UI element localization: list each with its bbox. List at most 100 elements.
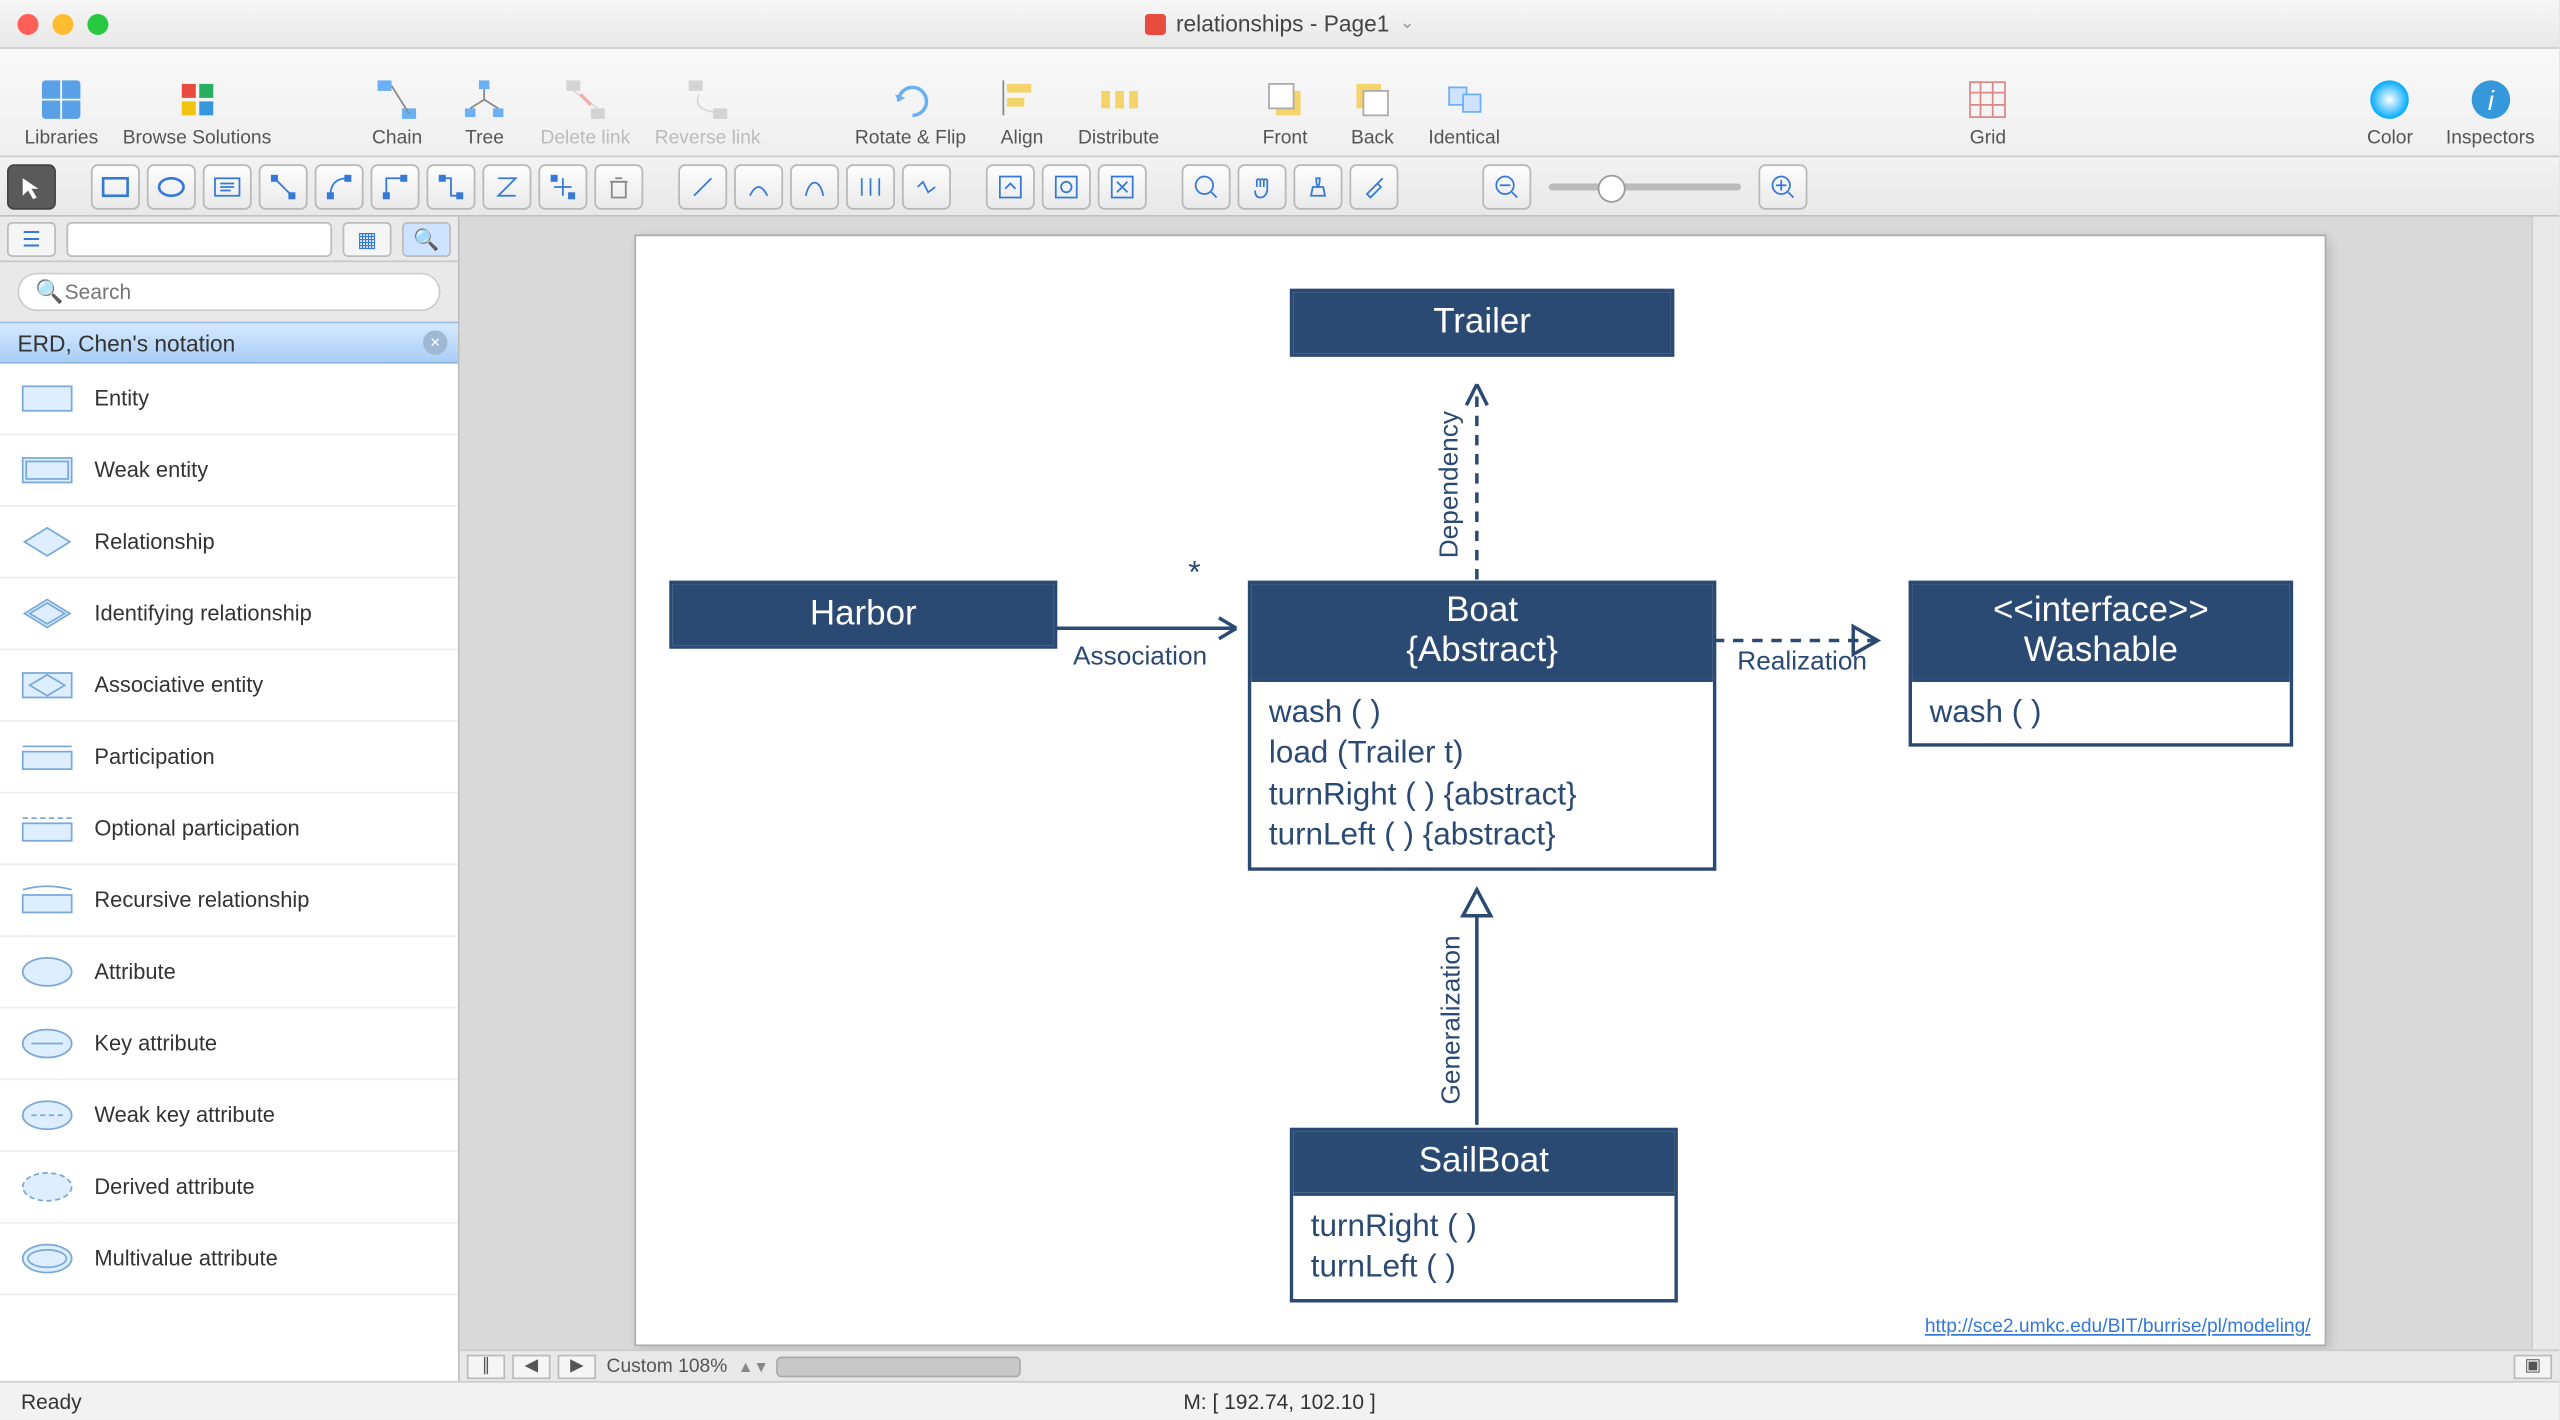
close-icon[interactable] (17, 13, 38, 34)
library-shape-item[interactable]: Weak key attribute (0, 1080, 458, 1152)
connector-tool-5[interactable] (482, 163, 531, 208)
page-next-icon[interactable]: ▶ (558, 1354, 596, 1378)
shape-label: Identifying relationship (94, 601, 311, 625)
align-button[interactable]: Align (980, 72, 1064, 152)
grid-button[interactable]: Grid (1946, 72, 2030, 152)
library-shape-item[interactable]: Associative entity (0, 650, 458, 722)
connector-tool-4[interactable] (427, 163, 476, 208)
connector-tool-3[interactable] (371, 163, 420, 208)
libraries-button[interactable]: Libraries (14, 72, 109, 152)
panel-grid-view[interactable]: ▦ (343, 221, 392, 256)
delete-link-button[interactable]: Delete link (530, 72, 641, 152)
library-shape-item[interactable]: Key attribute (0, 1009, 458, 1081)
front-button[interactable]: Front (1243, 72, 1327, 152)
library-section-header[interactable]: ERD, Chen's notation × (0, 322, 458, 364)
edit-tool-3[interactable] (1098, 163, 1147, 208)
shape-icon (17, 378, 76, 420)
zoom-in-button[interactable] (1758, 163, 1807, 208)
shape-icon (17, 1238, 76, 1280)
rotate-flip-button[interactable]: Rotate & Flip (844, 72, 976, 152)
shape-icon (17, 736, 76, 778)
multiplicity-label: * (1189, 554, 1201, 591)
uml-class-sailboat[interactable]: SailBoat turnRight ( )turnLeft ( ) (1290, 1127, 1678, 1301)
shape-icon (17, 449, 76, 491)
library-shape-item[interactable]: Derived attribute (0, 1152, 458, 1224)
uml-class-trailer[interactable]: Trailer (1290, 288, 1675, 356)
library-shape-item[interactable]: Multivalue attribute (0, 1224, 458, 1296)
zoom-icon[interactable] (87, 13, 108, 34)
zoom-out-button[interactable] (1482, 163, 1531, 208)
back-button[interactable]: Back (1330, 72, 1414, 152)
line-tool-2[interactable] (734, 163, 783, 208)
magnify-tool[interactable] (1182, 163, 1231, 208)
rect-tool[interactable] (91, 163, 140, 208)
zoom-label[interactable]: Custom 108% (607, 1356, 728, 1377)
canvas-area[interactable]: Trailer Harbor Boat {Abstract} wash ( )l… (460, 217, 2531, 1350)
library-filter-input[interactable] (66, 221, 332, 256)
page-prev-icon[interactable]: ◀ (512, 1354, 550, 1378)
shape-icon (17, 1023, 76, 1065)
close-icon[interactable]: × (423, 330, 447, 354)
connector-tool-2[interactable] (315, 163, 364, 208)
panel-search-view[interactable]: 🔍 (402, 221, 451, 256)
shape-label: Entity (94, 386, 149, 410)
line-tool-5[interactable] (902, 163, 951, 208)
library-shape-item[interactable]: Entity (0, 364, 458, 436)
tree-button[interactable]: Tree (443, 72, 527, 152)
hand-tool[interactable] (1238, 163, 1287, 208)
reverse-link-button[interactable]: Reverse link (644, 72, 771, 152)
library-shape-item[interactable]: Weak entity (0, 435, 458, 507)
inspectors-button[interactable]: iInspectors (2435, 72, 2545, 152)
shape-icon (17, 1094, 76, 1136)
line-tool-3[interactable] (790, 163, 839, 208)
delete-tool[interactable] (594, 163, 643, 208)
library-shape-item[interactable]: Optional participation (0, 794, 458, 866)
main-toolbar: Libraries Browse Solutions Chain Tree De… (0, 49, 2559, 157)
minimize-icon[interactable] (52, 13, 73, 34)
zoom-slider[interactable] (1549, 183, 1741, 190)
edit-tool-2[interactable] (1042, 163, 1091, 208)
text-tool[interactable] (203, 163, 252, 208)
distribute-button[interactable]: Distribute (1067, 72, 1169, 152)
line-tool-1[interactable] (678, 163, 727, 208)
library-shape-item[interactable]: Attribute (0, 937, 458, 1009)
library-shape-item[interactable]: Recursive relationship (0, 865, 458, 937)
edit-tool-1[interactable] (986, 163, 1035, 208)
library-shape-item[interactable]: Relationship (0, 507, 458, 579)
status-bar: Ready M: [ 192.74, 102.10 ] (0, 1381, 2559, 1419)
pointer-tool[interactable] (7, 163, 56, 208)
view-toggle-icon[interactable]: ▣ (2514, 1354, 2552, 1378)
class-title: Boat {Abstract} (1252, 584, 1713, 678)
search-input[interactable] (17, 273, 440, 311)
shape-label: Weak key attribute (94, 1103, 275, 1127)
horizontal-scrollbar: ∥ ◀ ▶ Custom 108% ▲▼ ▣ (460, 1349, 2559, 1380)
library-shape-item[interactable]: Participation (0, 722, 458, 794)
vertical-scrollbar[interactable] (2531, 217, 2559, 1350)
stamp-tool[interactable] (1294, 163, 1343, 208)
library-section-label: ERD, Chen's notation (17, 329, 235, 355)
eyedropper-tool[interactable] (1349, 163, 1398, 208)
shape-icon (17, 664, 76, 706)
uml-class-harbor[interactable]: Harbor (669, 580, 1057, 648)
window-controls (17, 13, 108, 34)
class-title: <<interface>> Washable (1912, 584, 2290, 678)
hscroll-thumb[interactable] (776, 1356, 1021, 1377)
chain-button[interactable]: Chain (355, 72, 439, 152)
connector-tool-6[interactable] (538, 163, 587, 208)
panel-toggle-icon[interactable]: ☰ (7, 221, 56, 256)
color-button[interactable]: Color (2348, 72, 2432, 152)
identical-button[interactable]: Identical (1418, 72, 1511, 152)
page-pause-icon[interactable]: ∥ (467, 1354, 505, 1378)
class-operations: turnRight ( )turnLeft ( ) (1294, 1192, 1675, 1298)
connector-tool-1[interactable] (259, 163, 308, 208)
chevron-down-icon[interactable]: ⌄ (1400, 14, 1415, 33)
source-link[interactable]: http://sce2.umkc.edu/BIT/burrise/pl/mode… (1925, 1316, 2311, 1337)
shape-label: Multivalue attribute (94, 1246, 277, 1270)
browse-button[interactable]: Browse Solutions (112, 72, 282, 152)
diagram-page[interactable]: Trailer Harbor Boat {Abstract} wash ( )l… (635, 234, 2327, 1346)
uml-class-boat[interactable]: Boat {Abstract} wash ( )load (Trailer t)… (1248, 580, 1716, 869)
uml-interface-washable[interactable]: <<interface>> Washable wash ( ) (1909, 580, 2294, 747)
ellipse-tool[interactable] (147, 163, 196, 208)
line-tool-4[interactable] (846, 163, 895, 208)
library-shape-item[interactable]: Identifying relationship (0, 579, 458, 651)
